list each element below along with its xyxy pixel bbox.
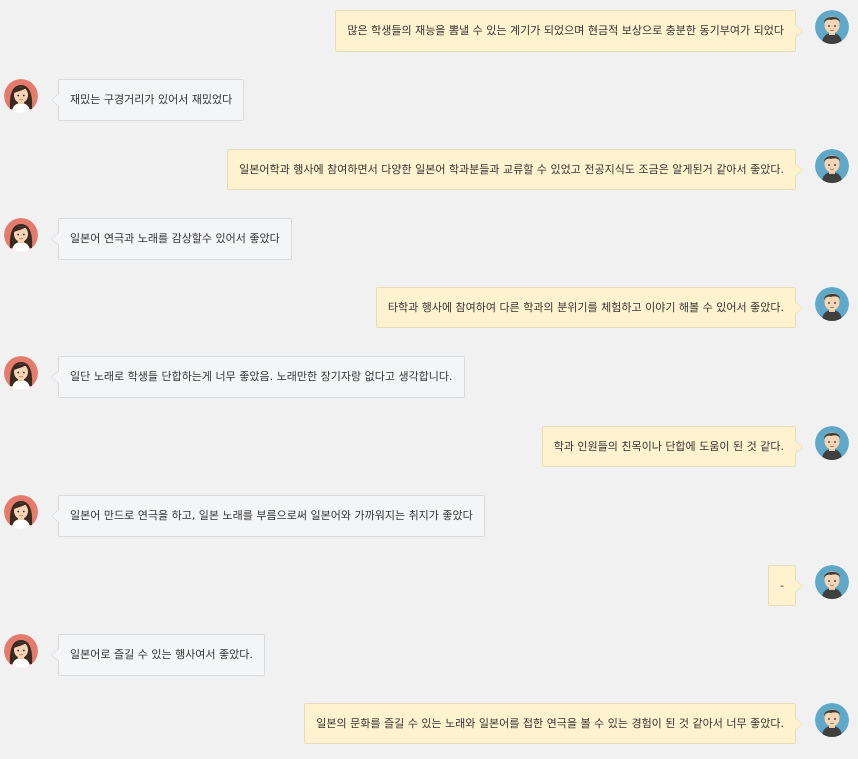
message-bubble: 일본어학과 행사에 참여하면서 다양한 일본어 학과분들과 교류할 수 있었고 … <box>227 149 803 190</box>
male-avatar-icon <box>815 426 849 460</box>
message-bubble: 일본어로 즐길 수 있는 행사여서 좋았다. <box>51 634 265 676</box>
male-avatar-icon <box>815 703 849 737</box>
male-avatar-icon <box>815 10 849 44</box>
female-avatar-icon <box>4 634 38 668</box>
message-bubble: - <box>768 565 803 606</box>
female-avatar-icon <box>4 79 38 113</box>
male-avatar-icon <box>815 565 849 599</box>
message-bubble: 학과 인원들의 친목이나 단합에 도움이 된 것 같다. <box>541 426 804 467</box>
female-avatar-icon <box>4 356 38 390</box>
message-bubble: 일본의 문화를 즐길 수 있는 노래와 일본어를 접한 연극을 볼 수 있는 경… <box>304 703 803 744</box>
chat-thread: 많은 학생들의 재능을 뽐낼 수 있는 계기가 되었으며 현금적 보상으로 충분… <box>0 0 858 759</box>
message-bubble: 일본어 만드로 연극을 하고, 일본 노래를 부름으로써 일본어와 가까워지는 … <box>51 495 485 537</box>
message-bubble: 많은 학생들의 재능을 뽐낼 수 있는 계기가 되었으며 현금적 보상으로 충분… <box>335 10 803 52</box>
message-bubble: 일단 노래로 학생들 단합하는게 너무 좋았음. 노래만한 장기자랑 없다고 생… <box>51 356 465 398</box>
male-avatar-icon <box>815 287 849 321</box>
message-bubble: 재밌는 구경거리가 있어서 재밌었다 <box>50 79 245 121</box>
male-avatar-icon <box>815 149 849 183</box>
female-avatar-icon <box>4 495 38 529</box>
message-bubble: 일본어 연극과 노래를 감상할수 있어서 좋았다 <box>51 218 292 260</box>
message-bubble: 타학과 행사에 참여하여 다른 학과의 분위기를 체험하고 이야기 해볼 수 있… <box>375 287 804 328</box>
female-avatar-icon <box>4 218 38 252</box>
